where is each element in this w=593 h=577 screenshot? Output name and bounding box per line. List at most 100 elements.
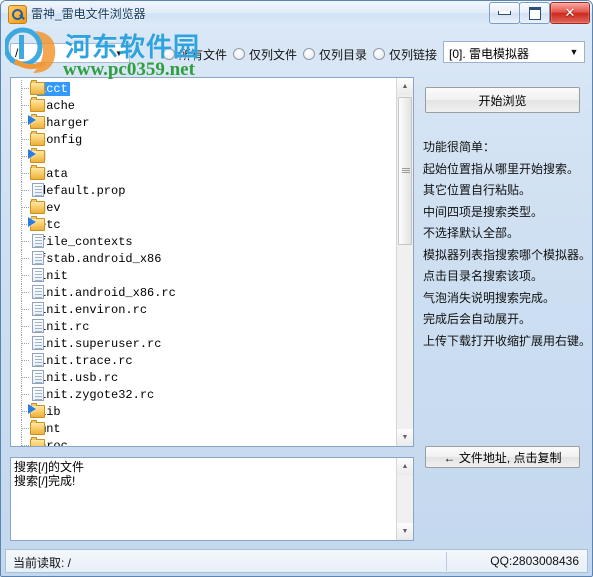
tree-item-init-environ-rc[interactable]: init.environ.rc	[11, 301, 397, 318]
emulator-combobox[interactable]: [0]. 雷电模拟器 ▼	[443, 41, 585, 63]
tree-item-d[interactable]: d	[11, 148, 397, 165]
tree-item-label: init.superuser.rc	[39, 337, 162, 351]
file-icon	[32, 268, 44, 282]
copy-file-path-button[interactable]: ← 文件地址, 点击复制	[425, 446, 580, 468]
scroll-up-icon[interactable]: ▲	[397, 78, 413, 95]
log-vertical-scrollbar[interactable]: ▲ ▼	[396, 458, 413, 540]
file-icon	[32, 353, 44, 367]
description-line: 完成后会自动展开。	[423, 312, 532, 326]
folder-icon	[30, 437, 45, 446]
close-button[interactable]: ✕	[550, 2, 590, 24]
radio-all-files[interactable]: 所有文件	[163, 45, 227, 63]
tree-item-file-contexts[interactable]: file_contexts	[11, 233, 397, 250]
log-scroll-up-icon[interactable]: ▲	[397, 458, 413, 475]
scroll-down-icon[interactable]: ▼	[397, 429, 413, 446]
file-tree-list[interactable]: acctcache chargerconfigddata default.propd…	[11, 80, 397, 446]
tree-item-lib[interactable]: lib	[11, 403, 397, 420]
tree-elbow-line	[22, 173, 29, 174]
description-line: 不选择默认全部。	[423, 226, 520, 240]
description-line: 模拟器列表指搜索哪个模拟器。	[423, 247, 592, 262]
radio-only-links-label: 仅列链接	[389, 47, 438, 62]
start-browse-button[interactable]: 开始浏览	[425, 87, 580, 113]
maximize-button[interactable]	[519, 2, 550, 24]
link-folder-icon	[30, 216, 45, 231]
file-tree-panel[interactable]: acctcache chargerconfigddata default.propd…	[10, 77, 414, 447]
minimize-button[interactable]	[489, 2, 520, 24]
tree-item-cache[interactable]: cache	[11, 97, 397, 114]
link-folder-icon	[30, 403, 45, 418]
file-icon	[32, 302, 44, 316]
description-line: 起始位置指从哪里开始搜索。	[423, 161, 580, 176]
radio-only-dirs[interactable]: 仅列目录	[303, 45, 367, 63]
tree-item-init-rc[interactable]: init.rc	[11, 318, 397, 335]
chevron-down-icon[interactable]: ▼	[111, 44, 127, 62]
description-line: 中间四项是搜索类型。	[423, 204, 544, 219]
tree-elbow-line	[22, 377, 29, 378]
window-title: 雷神_雷电文件浏览器	[31, 7, 146, 21]
description-line: 气泡消失说明搜索完成。	[423, 290, 556, 305]
tree-item-label: init.rc	[39, 320, 90, 334]
tree-elbow-line	[22, 139, 29, 140]
tree-item-charger[interactable]: charger	[11, 114, 397, 131]
log-scroll-down-icon[interactable]: ▼	[397, 523, 413, 540]
file-icon	[32, 251, 44, 265]
tree-item-label: default.prop	[39, 184, 126, 198]
tree-elbow-line	[22, 292, 29, 293]
tree-item-data[interactable]: data	[11, 165, 397, 182]
tree-item-label: init.usb.rc	[39, 371, 119, 385]
tree-item-dev[interactable]: dev	[11, 199, 397, 216]
status-current-path: 当前读取: /	[13, 556, 72, 570]
scrollbar-thumb[interactable]	[398, 97, 412, 245]
radio-only-dirs-label: 仅列目录	[319, 47, 368, 62]
tree-item-init-zygote32-rc[interactable]: init.zygote32.rc	[11, 386, 397, 403]
log-text: 搜索[/]的文件 搜索[/]完成!	[14, 460, 394, 488]
scrollbar-grip-icon	[402, 168, 410, 173]
log-line: 搜索[/]完成!	[14, 474, 76, 488]
tree-item-mnt[interactable]: mnt	[11, 420, 397, 437]
tree-elbow-line	[22, 360, 29, 361]
title-bar[interactable]: 雷神_雷电文件浏览器 ✕	[1, 1, 592, 27]
file-icon	[32, 387, 44, 401]
description-line: 功能很简单：	[423, 140, 496, 154]
tree-item-init-android-x86-rc[interactable]: init.android_x86.rc	[11, 284, 397, 301]
folder-icon	[30, 420, 45, 435]
tree-item-fstab-android-x86[interactable]: fstab.android_x86	[11, 250, 397, 267]
folder-icon	[30, 165, 45, 180]
radio-indicator	[373, 48, 385, 60]
application-window: 雷神_雷电文件浏览器 ✕ / ▼ 所有文件 仅列文件 仅列目录 仅列链接 [0]…	[0, 0, 593, 577]
file-icon	[32, 336, 44, 350]
status-qq: QQ:2803008436	[490, 554, 579, 568]
radio-only-files[interactable]: 仅列文件	[233, 45, 297, 63]
file-icon	[32, 319, 44, 333]
tree-item-init-usb-rc[interactable]: init.usb.rc	[11, 369, 397, 386]
tree-item-label: fstab.android_x86	[39, 252, 162, 266]
file-icon	[32, 234, 44, 248]
log-line: 搜索[/]的文件	[14, 460, 85, 474]
folder-icon	[30, 97, 45, 112]
file-icon	[32, 370, 44, 384]
tree-item-label: init.environ.rc	[39, 303, 148, 317]
tree-item-config[interactable]: config	[11, 131, 397, 148]
folder-icon	[30, 131, 45, 146]
start-path-combobox[interactable]: / ▼	[10, 43, 130, 63]
tree-item-label: init.android_x86.rc	[39, 286, 176, 300]
maximize-icon	[520, 3, 549, 23]
log-panel[interactable]: 搜索[/]的文件 搜索[/]完成! ▲ ▼	[10, 457, 414, 541]
minimize-icon	[490, 3, 519, 23]
tree-item-init-trace-rc[interactable]: init.trace.rc	[11, 352, 397, 369]
description-line: 上传下载打开收缩扩展用右键。	[423, 333, 592, 348]
tree-item-acct[interactable]: acct	[11, 80, 397, 97]
tree-elbow-line	[22, 394, 29, 395]
emulator-value: [0]. 雷电模拟器	[449, 47, 530, 61]
tree-item-label: charger	[39, 116, 90, 130]
tree-item-default-prop[interactable]: default.prop	[11, 182, 397, 199]
chevron-down-icon[interactable]: ▼	[568, 46, 580, 58]
tree-item-init[interactable]: init	[11, 267, 397, 284]
radio-only-links[interactable]: 仅列链接	[373, 45, 437, 63]
tree-item-label: file_contexts	[39, 235, 133, 249]
tree-vertical-scrollbar[interactable]: ▲ ▼	[396, 78, 413, 446]
radio-only-files-label: 仅列文件	[249, 47, 298, 62]
tree-item-etc[interactable]: etc	[11, 216, 397, 233]
tree-item-proc[interactable]: proc	[11, 437, 397, 446]
tree-item-init-superuser-rc[interactable]: init.superuser.rc	[11, 335, 397, 352]
